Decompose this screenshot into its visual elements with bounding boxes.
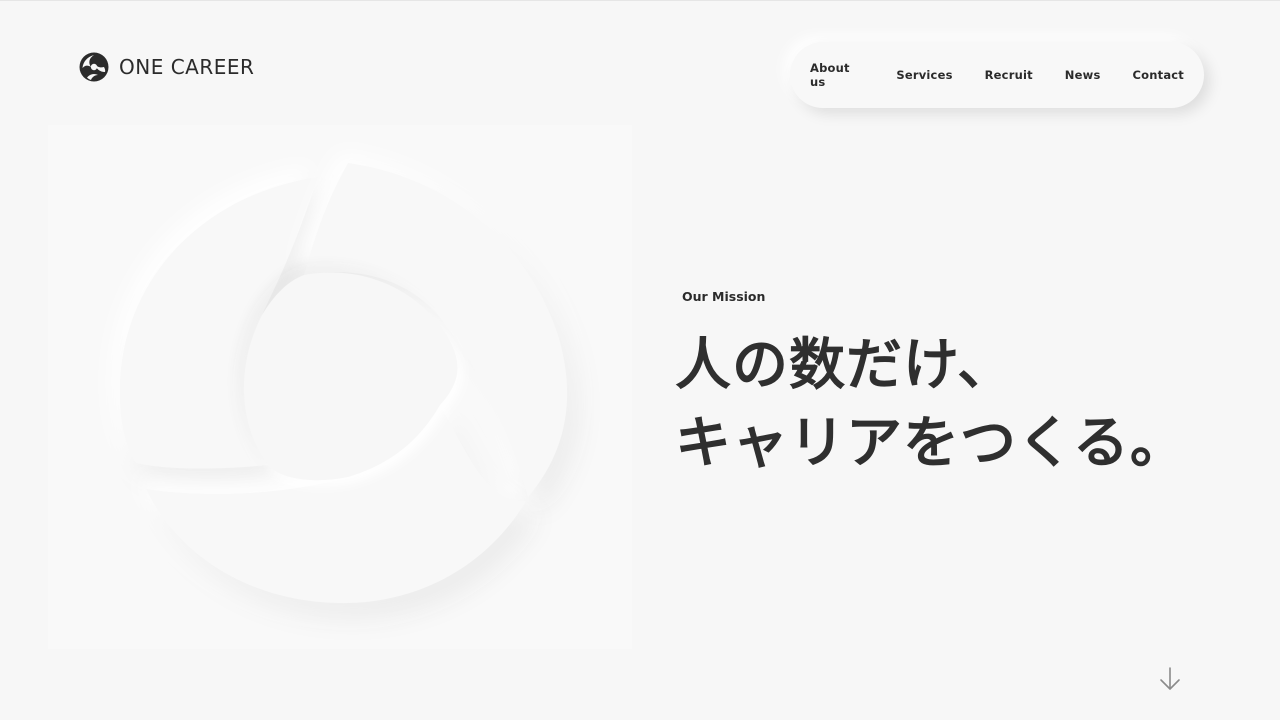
brand-logo[interactable]: ONE CAREER (79, 52, 254, 82)
one-career-logo-icon (79, 52, 109, 82)
arrow-down-icon[interactable] (1158, 666, 1182, 692)
main-nav: About us Services Recruit News Contact (790, 42, 1204, 108)
nav-item-recruit[interactable]: Recruit (985, 68, 1033, 82)
nav-item-contact[interactable]: Contact (1133, 68, 1185, 82)
mission-heading-line-2: キャリアをつくる。 (675, 411, 1187, 476)
hero-emblem (48, 125, 632, 649)
one-career-emblem-icon (119, 163, 568, 604)
page: ONE CAREER About us Services Recruit New… (0, 0, 1280, 720)
nav-item-services[interactable]: Services (896, 68, 952, 82)
mission-heading-line-1: 人の数だけ、 (675, 333, 1015, 398)
brand-name: ONE CAREER (119, 55, 255, 79)
nav-item-about-us[interactable]: About us (810, 61, 864, 89)
nav-item-news[interactable]: News (1065, 68, 1101, 82)
mission-heading: 人の数だけ、 キャリアをつくる。 (675, 327, 1255, 483)
mission-label: Our Mission (682, 289, 766, 304)
